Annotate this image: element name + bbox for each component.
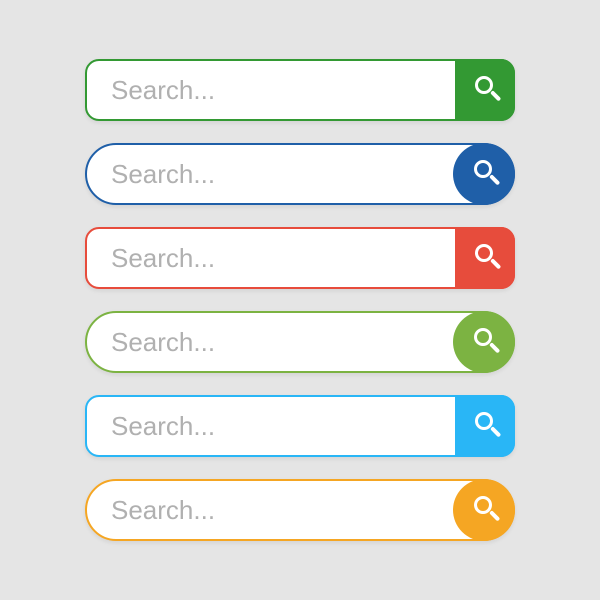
search-bar-1 — [85, 59, 515, 121]
search-icon — [468, 326, 500, 358]
search-button[interactable] — [453, 311, 515, 373]
search-icon — [468, 494, 500, 526]
search-icon — [468, 158, 500, 190]
search-input[interactable] — [87, 61, 513, 119]
search-button[interactable] — [453, 143, 515, 205]
search-icon — [469, 410, 501, 442]
search-bar-5 — [85, 395, 515, 457]
search-button[interactable] — [455, 395, 515, 457]
search-bar-6 — [85, 479, 515, 541]
search-button[interactable] — [455, 227, 515, 289]
search-input[interactable] — [87, 313, 513, 371]
search-icon — [469, 242, 501, 274]
search-icon — [469, 74, 501, 106]
search-input[interactable] — [87, 229, 513, 287]
search-bar-3 — [85, 227, 515, 289]
search-input[interactable] — [87, 397, 513, 455]
search-button[interactable] — [455, 59, 515, 121]
search-input[interactable] — [87, 145, 513, 203]
search-input[interactable] — [87, 481, 513, 539]
search-bar-2 — [85, 143, 515, 205]
search-button[interactable] — [453, 479, 515, 541]
search-bar-4 — [85, 311, 515, 373]
